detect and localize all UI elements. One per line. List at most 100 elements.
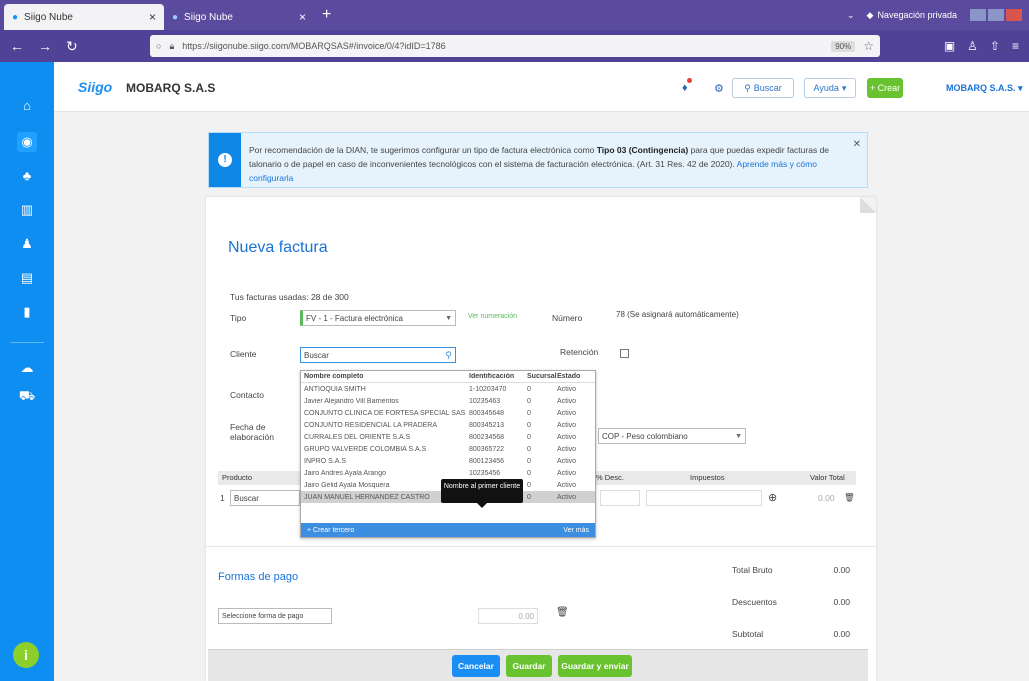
settings-gear-icon[interactable]: ⚙ xyxy=(714,82,724,95)
product-search-input[interactable]: Buscar xyxy=(230,490,300,506)
search-button[interactable]: ⚲ Buscar xyxy=(732,78,794,98)
dropdown-cell: 10235456 xyxy=(469,469,501,477)
new-tab-button[interactable]: + xyxy=(322,6,331,24)
dashboard-icon[interactable]: ◉ xyxy=(17,132,37,152)
help-bubble-icon[interactable]: i xyxy=(13,642,39,668)
zoom-level[interactable]: 90% xyxy=(831,40,856,52)
bookmark-icon[interactable]: ▮ xyxy=(17,302,37,322)
dropdown-cell: 0 xyxy=(527,433,531,441)
reports-icon[interactable]: ▥ xyxy=(17,200,37,220)
numero-label: Número xyxy=(552,313,583,323)
user-icon[interactable]: ♟ xyxy=(17,234,37,254)
chevron-down-icon: ▾ xyxy=(841,82,847,93)
tab-title: Siigo Nube xyxy=(184,11,233,23)
account-icon[interactable]: ♙ xyxy=(967,39,978,53)
help-dropdown-button[interactable]: Ayuda ▾ xyxy=(804,78,856,98)
browser-tab-bar: ● Siigo Nube × ● Siigo Nube × + ⌄ ◆ Naveg… xyxy=(0,0,1029,30)
chevron-down-icon: ▼ xyxy=(445,314,452,322)
dropdown-client-row[interactable]: Jairo Andres Ayala Arango 10235456 0 Activo xyxy=(301,467,595,479)
save-button[interactable]: Guardar xyxy=(506,655,552,677)
save-and-send-button[interactable]: Guardar y enviar xyxy=(558,655,632,677)
dropdown-client-row[interactable]: INPRO S.A.S 800123456 0 Activo xyxy=(301,455,595,467)
dropdown-client-row[interactable]: Javier Alejandro Vill Barrientos 10235463… xyxy=(301,395,595,407)
address-bar[interactable]: ○ 🔒︎ https://siigonube.siigo.com/MOBARQS… xyxy=(150,35,880,57)
close-window-button[interactable] xyxy=(1005,8,1023,22)
fecha-label: Fecha de elaboración xyxy=(230,422,274,442)
browser-tab[interactable]: ● Siigo Nube × xyxy=(164,4,314,30)
contacts-icon[interactable]: ♣ xyxy=(17,166,37,186)
lock-icon: 🔒︎ xyxy=(169,40,175,51)
dropdown-cell: 0 xyxy=(527,481,531,489)
dropdown-cell: 800123456 xyxy=(469,457,505,465)
dropdown-cell: CONJUNTO RESIDENCIAL LA PRADERA xyxy=(304,421,438,429)
payment-value-input[interactable]: 0.00 xyxy=(478,608,538,624)
payment-method-select[interactable]: Seleccione forma de pago xyxy=(218,608,332,624)
page-title: Nueva factura xyxy=(228,239,328,256)
cancel-button[interactable]: Cancelar xyxy=(452,655,500,677)
retencion-label: Retención xyxy=(560,347,599,357)
ver-numeracion-link[interactable]: Ver numeración xyxy=(468,311,518,323)
home-icon[interactable]: ⌂ xyxy=(17,96,37,116)
company-name: MOBARQ S.A.S xyxy=(126,81,216,95)
back-icon[interactable]: ← xyxy=(10,38,24,55)
tax-info-icon[interactable]: ⊕ xyxy=(768,491,777,504)
extensions-icon[interactable]: ⇧ xyxy=(990,39,1000,53)
minimize-button[interactable] xyxy=(969,8,987,22)
dropdown-cell: 800365722 xyxy=(469,445,505,453)
siigo-favicon-icon: ● xyxy=(12,11,19,23)
create-third-party-link[interactable]: + Crear tercero xyxy=(307,527,354,534)
retencion-checkbox[interactable] xyxy=(620,349,629,358)
cloud-icon[interactable]: ☁ xyxy=(17,358,37,378)
close-alert-icon[interactable]: ✕ xyxy=(853,139,861,150)
moneda-select[interactable]: COP - Peso colombiano ▼ xyxy=(598,428,746,444)
dropdown-cell: Activo xyxy=(557,469,577,477)
see-more-link[interactable]: Ver más xyxy=(563,527,589,534)
dropdown-header-row: Nombre completo Identificación Sucursal … xyxy=(301,371,595,383)
close-tab-icon[interactable]: × xyxy=(299,10,306,24)
discount-input[interactable] xyxy=(600,490,640,506)
create-button[interactable]: + Crear xyxy=(867,78,903,98)
dropdown-cell: Activo xyxy=(557,409,577,417)
url-text: https://siigonube.siigo.com/MOBARQSAS#/i… xyxy=(182,41,446,51)
delete-row-icon[interactable]: 🗑︎ xyxy=(844,492,855,503)
close-tab-icon[interactable]: × xyxy=(149,10,156,24)
reload-icon[interactable]: ↻ xyxy=(66,38,78,55)
notification-bell-icon[interactable]: ♦ xyxy=(682,78,692,94)
search-icon: ⚲ xyxy=(744,82,751,93)
bookmark-star-icon[interactable]: ☆ xyxy=(863,39,874,53)
window-buttons xyxy=(969,8,1023,22)
subtotal-value: 0.00 xyxy=(833,629,850,639)
dropdown-client-row[interactable]: CURRALES DEL ORIENTE S.A.S 800234568 0 Acti… xyxy=(301,431,595,443)
tipo-select[interactable]: FV - 1 - Factura electrónica ▼ xyxy=(300,310,456,326)
pocket-icon[interactable]: ▣ xyxy=(944,39,955,53)
dropdown-cell: Activo xyxy=(557,397,577,405)
app-sidebar: ⌂ ◉ ♣ ▥ ♟ ▤ ▮ ☁ ⛟ i xyxy=(0,62,54,681)
maximize-button[interactable] xyxy=(987,8,1005,22)
taxes-input[interactable] xyxy=(646,490,762,506)
dropdown-client-row[interactable]: CONJUNTO RESIDENCIAL LA PRADERA 800345213… xyxy=(301,419,595,431)
descuentos-label: Descuentos xyxy=(732,597,777,607)
tooltip: Nombre al primer cliente xyxy=(441,479,523,508)
invoices-used-text: Tus facturas usadas: 28 de 300 xyxy=(230,292,349,302)
header-total: Valor Total xyxy=(810,473,845,482)
form-footer: Cancelar Guardar Guardar y enviar xyxy=(208,649,868,681)
tab-list-chevron-icon[interactable]: ⌄ xyxy=(847,10,855,21)
dropdown-cell: 800345648 xyxy=(469,409,505,417)
dropdown-client-row[interactable]: CONJUNTO CLINICA DE FORTESA SPECIAL SAS 8… xyxy=(301,407,595,419)
cliente-search-input[interactable]: Buscar ⚲ xyxy=(300,347,456,363)
cliente-dropdown: Nombre completo Identificación Sucursal … xyxy=(300,370,596,538)
dropdown-cell: 800234568 xyxy=(469,433,505,441)
browser-tab-active[interactable]: ● Siigo Nube × xyxy=(4,4,164,30)
app-header: Siigo MOBARQ S.A.S ♦ ⚙ ⚲ Buscar Ayuda ▾ + … xyxy=(54,62,1029,112)
row-total: 0.00 xyxy=(818,493,835,503)
siigo-logo[interactable]: Siigo xyxy=(78,79,112,95)
document-icon[interactable]: ▤ xyxy=(17,268,37,288)
forward-icon[interactable]: → xyxy=(38,38,52,55)
menu-icon[interactable]: ≡ xyxy=(1012,39,1019,53)
dropdown-client-row[interactable]: GRUPO VALVERDE COLOMBIA S.A.S 800365722 0 A… xyxy=(301,443,595,455)
dropdown-client-row[interactable]: ANTIOQUIA SMITH 1-10203470 0 Activo xyxy=(301,383,595,395)
cart-icon[interactable]: ⛟ xyxy=(17,386,37,406)
delete-payment-icon[interactable]: 🗑︎ xyxy=(556,607,569,618)
notification-dot xyxy=(686,78,692,83)
user-menu[interactable]: MOBARQ S.A.S. ▾ xyxy=(946,83,1023,94)
